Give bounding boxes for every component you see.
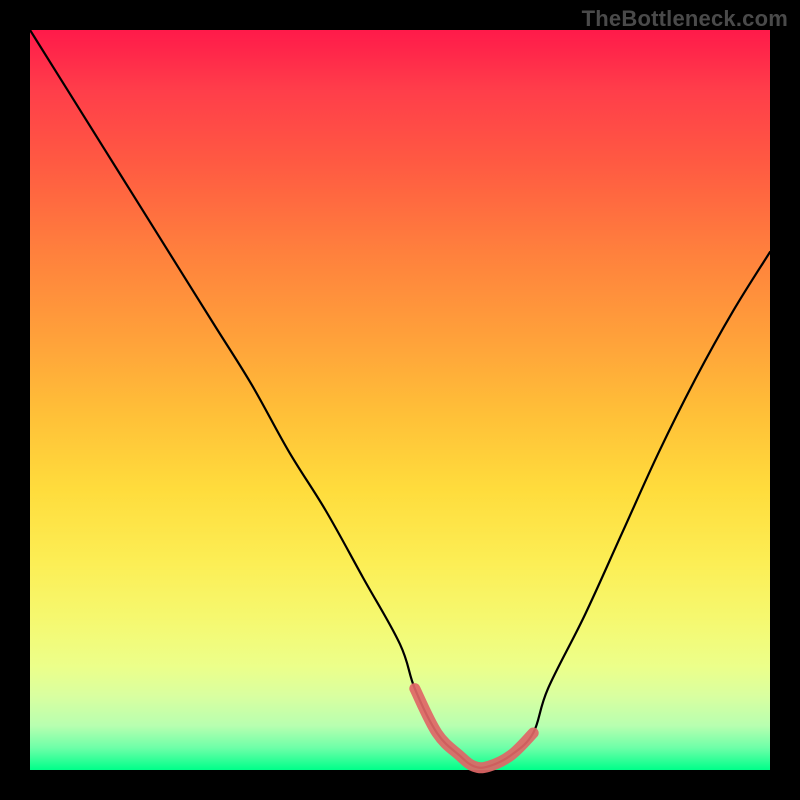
plot-area (30, 30, 770, 770)
chart-frame: TheBottleneck.com (0, 0, 800, 800)
near-zero-highlight (415, 689, 533, 768)
watermark-text: TheBottleneck.com (582, 6, 788, 32)
curve-layer (30, 30, 770, 770)
bottleneck-curve (30, 30, 770, 768)
